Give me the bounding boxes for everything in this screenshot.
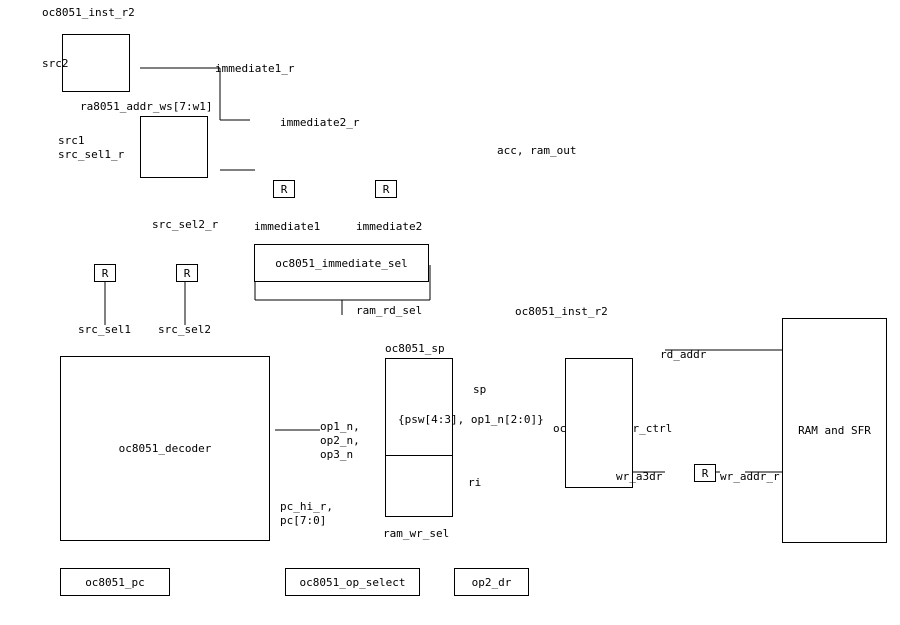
- pc-hi-r-label: pc_hi_r, pc[7:0]: [280, 500, 333, 528]
- ram-rd-sel-label: ram_rd_sel: [356, 304, 422, 317]
- sp-label: sp: [473, 383, 486, 396]
- ri-label: ri: [468, 476, 481, 489]
- immediate2-r-label: immediate2_r: [280, 116, 359, 129]
- src2-box: [62, 34, 130, 92]
- sp-box: [385, 358, 453, 458]
- immediate1-label: immediate1: [254, 220, 320, 233]
- op-select-sub-box: [385, 455, 453, 517]
- op2-dr-bottom-box: op2_dr: [454, 568, 529, 596]
- src1-box: [140, 116, 208, 178]
- inst-r2-label: oc8051_inst_r2: [42, 6, 135, 19]
- r-imm2-box: R: [375, 180, 397, 198]
- src-sel2-r-label: src_sel2_r: [152, 218, 218, 231]
- addr-ws-label: ra8051_addr_ws[7:w1]: [80, 100, 212, 113]
- immediate2-label: immediate2: [356, 220, 422, 233]
- psw-op1-label: {psw[4:3], op1_n[2:0]}: [398, 413, 544, 426]
- src-sel1-label: src_sel1: [78, 323, 131, 336]
- src2-label: src2: [42, 57, 69, 70]
- src-sel2-label: src_sel2: [158, 323, 211, 336]
- immediate1-r-label: immediate1_r: [215, 62, 294, 75]
- ram-sfr-box: RAM and SFR: [782, 318, 887, 543]
- r-src1-box: R: [94, 264, 116, 282]
- immediate-sel-box: oc8051_immediate_sel: [254, 244, 429, 282]
- acc-ram-out-label: acc, ram_out: [497, 144, 576, 157]
- pc-bottom-box: oc8051_pc: [60, 568, 170, 596]
- src-sel1-r-label: src_sel1_r: [58, 148, 124, 161]
- oc8051-inst-r2-mid: oc8051_inst_r2: [515, 305, 608, 318]
- op1-n-label: op1_n, op2_n, op3_n: [320, 420, 360, 462]
- src1-label: src1: [58, 134, 85, 147]
- r-imm1-box: R: [273, 180, 295, 198]
- oc8051-sp-top-label: oc8051_sp: [385, 342, 445, 355]
- diagram: oc8051_inst_r2 src2 immediate1_r ra8051_…: [0, 0, 900, 625]
- decoder-box: oc8051_decoder: [60, 356, 270, 541]
- ram-wr-sel-label: ram_wr_sel: [383, 527, 449, 540]
- r-wr-box: R: [694, 464, 716, 482]
- wr-addr-label: wr_a3dr: [616, 470, 662, 483]
- rd-addr-label: rd_addr: [660, 348, 706, 361]
- alu-wr-ctrl-box: [565, 358, 633, 488]
- wr-addr-r-label: wr_addr_r: [720, 470, 780, 483]
- op-select-bottom-box: oc8051_op_select: [285, 568, 420, 596]
- r-src2-box: R: [176, 264, 198, 282]
